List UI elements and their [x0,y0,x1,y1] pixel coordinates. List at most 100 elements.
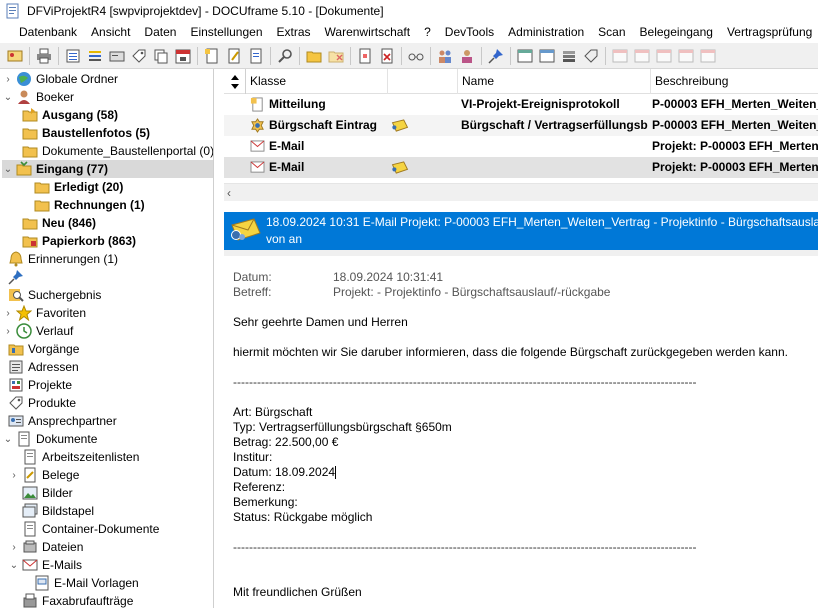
tree-item-container-dokumente[interactable]: Container-Dokumente [22,520,159,538]
tree-item-dokumente-baustellenportal[interactable]: Dokumente_Baustellenportal (0) [22,142,213,160]
glasses-icon [408,53,424,60]
menu-extras[interactable]: Extras [270,22,318,43]
tree-item-belege[interactable]: › Belege [8,466,79,484]
sort-toggle[interactable] [224,69,246,94]
tb-lines-button[interactable] [84,45,106,67]
tb-users-button[interactable] [434,45,456,67]
tree-item-ansprechpartner[interactable]: Ansprechpartner [8,412,117,430]
tb-delete-folder-button[interactable] [325,45,347,67]
column-header-blank[interactable] [388,69,458,94]
tree-item-neu[interactable]: Neu (846) [22,214,96,232]
column-header-beschreibung[interactable]: Beschreibung [651,69,818,94]
tb-glasses-button[interactable] [405,45,427,67]
tb-user-button[interactable] [4,45,26,67]
tree-item-pinned[interactable] [8,268,28,286]
tb-search-button[interactable] [274,45,296,67]
tb-calendar-button[interactable] [172,45,194,67]
menu-daten[interactable]: Daten [137,22,183,43]
globe-icon [17,72,31,86]
tree-item-e-mail-vorlagen[interactable]: E-Mail Vorlagen [34,574,139,592]
tb-edit-doc-button[interactable] [223,45,245,67]
tree-item-projekte[interactable]: Projekte [8,376,72,394]
tb-pin-button[interactable] [485,45,507,67]
cell-name [461,136,651,157]
tree-item-papierkorb[interactable]: Papierkorb (863) [22,232,136,250]
expander-icon[interactable]: ⌄ [2,433,14,445]
table-row[interactable]: Mitteilung VI-Projekt-Ereignisprotokoll … [224,94,818,115]
email-preview-body[interactable]: Datum: 18.09.2024 10:31:41 Betreff: Proj… [224,250,818,608]
column-header-klasse[interactable]: Klasse [246,69,388,94]
tree-item-boeker[interactable]: ⌄ Boeker [2,88,74,106]
tb-new-folder-button[interactable] [303,45,325,67]
tb-table-button[interactable] [514,45,536,67]
tree-item-bildstapel[interactable]: Bildstapel [22,502,94,520]
tb-print-button[interactable] [33,45,55,67]
menu-vertragspruefung[interactable]: Vertragsprüfung [720,22,818,43]
tb-tag-button[interactable] [128,45,150,67]
expander-icon[interactable]: ⌄ [8,559,20,571]
tb-stack-button[interactable] [558,45,580,67]
tb-tag-alt-button[interactable] [580,45,602,67]
tree-item-faxabrufauftraege[interactable]: Faxabrufaufträge [22,592,133,608]
tree-item-ausgang[interactable]: Ausgang (58) [22,106,118,124]
tb-copy-button[interactable] [150,45,172,67]
tree-item-adressen[interactable]: Adressen [8,358,79,376]
tb-card-button[interactable] [106,45,128,67]
email-icon [250,140,265,152]
tree-item-erinnerungen[interactable]: Erinnerungen (1) [8,250,118,268]
menu-ansicht[interactable]: Ansicht [84,22,137,43]
tree-item-arbeitszeitenlisten[interactable]: Arbeitszeitenlisten [22,448,139,466]
expander-icon[interactable]: › [8,541,20,553]
scroll-left-icon[interactable]: ‹ [227,186,231,200]
menu-datenbank[interactable]: Datenbank [12,22,84,43]
tb-new-doc-button[interactable] [201,45,223,67]
tree-item-vorgaenge[interactable]: Vorgänge [8,340,79,358]
menu-devtools[interactable]: DevTools [438,22,501,43]
message-icon [250,97,263,112]
expander-icon[interactable]: › [8,469,20,481]
menu-administration[interactable]: Administration [501,22,591,43]
menu-warenwirtschaft[interactable]: Warenwirtschaft [318,22,418,43]
tb-table-alt-button[interactable] [536,45,558,67]
image-icon [22,486,38,500]
cell-klasse: E-Mail [269,139,305,153]
printer-icon [37,48,51,63]
tree-item-baustellenfotos[interactable]: Baustellenfotos (5) [22,124,150,142]
toolbar-separator [350,46,351,65]
tb-doc-delete-button[interactable] [376,45,398,67]
lines-icon [89,50,101,61]
horizontal-scrollbar[interactable]: ‹ [224,183,818,201]
table-row[interactable]: E-Mail Projekt: P-00003 EFH_Merten_ [224,136,818,157]
tree-item-globale-ordner[interactable]: › Globale Ordner [2,70,118,88]
menu-belegeingang[interactable]: Belegeingang [633,22,720,43]
tree-item-e-mails[interactable]: ⌄ E-Mails [8,556,82,574]
tree-item-dateien[interactable]: › Dateien [8,538,83,556]
toolbar-separator [510,46,511,65]
tb-list-button[interactable] [62,45,84,67]
expander-icon[interactable]: ⌄ [2,163,14,175]
expander-icon[interactable]: › [2,307,14,319]
tree-item-eingang[interactable]: ⌄ Eingang (77) [2,160,213,178]
tree-item-dokumente[interactable]: ⌄ Dokumente [2,430,97,448]
tree-item-verlauf[interactable]: › Verlauf [2,322,73,340]
expander-icon[interactable]: › [2,325,14,337]
tree-item-produkte[interactable]: Produkte [8,394,76,412]
column-header-name[interactable]: Name [458,69,651,94]
table-row[interactable]: E-Mail Projekt: P-00003 EFH_Merten_ [224,157,818,178]
tree-item-bilder[interactable]: Bilder [22,484,73,502]
table-row[interactable]: Bürgschaft Eintrag Bürgschaft / Vertrags… [224,115,818,136]
expander-icon[interactable]: ⌄ [2,91,14,103]
menu-scan[interactable]: Scan [591,22,632,43]
menu-help[interactable]: ? [417,22,438,43]
tb-doc-list-button[interactable] [245,45,267,67]
expander-icon[interactable]: › [2,73,14,85]
tb-user-group-button[interactable] [456,45,478,67]
tree-item-rechnungen[interactable]: Rechnungen (1) [34,196,145,214]
tb-doc-add-button[interactable] [354,45,376,67]
tree-item-favoriten[interactable]: › Favoriten [2,304,86,322]
cell-klasse: Mitteilung [269,97,326,111]
cell-name [461,157,651,178]
menu-einstellungen[interactable]: Einstellungen [183,22,269,43]
tree-item-erledigt[interactable]: Erledigt (20) [34,178,123,196]
tree-item-suchergebnis[interactable]: Suchergebnis [8,286,101,304]
